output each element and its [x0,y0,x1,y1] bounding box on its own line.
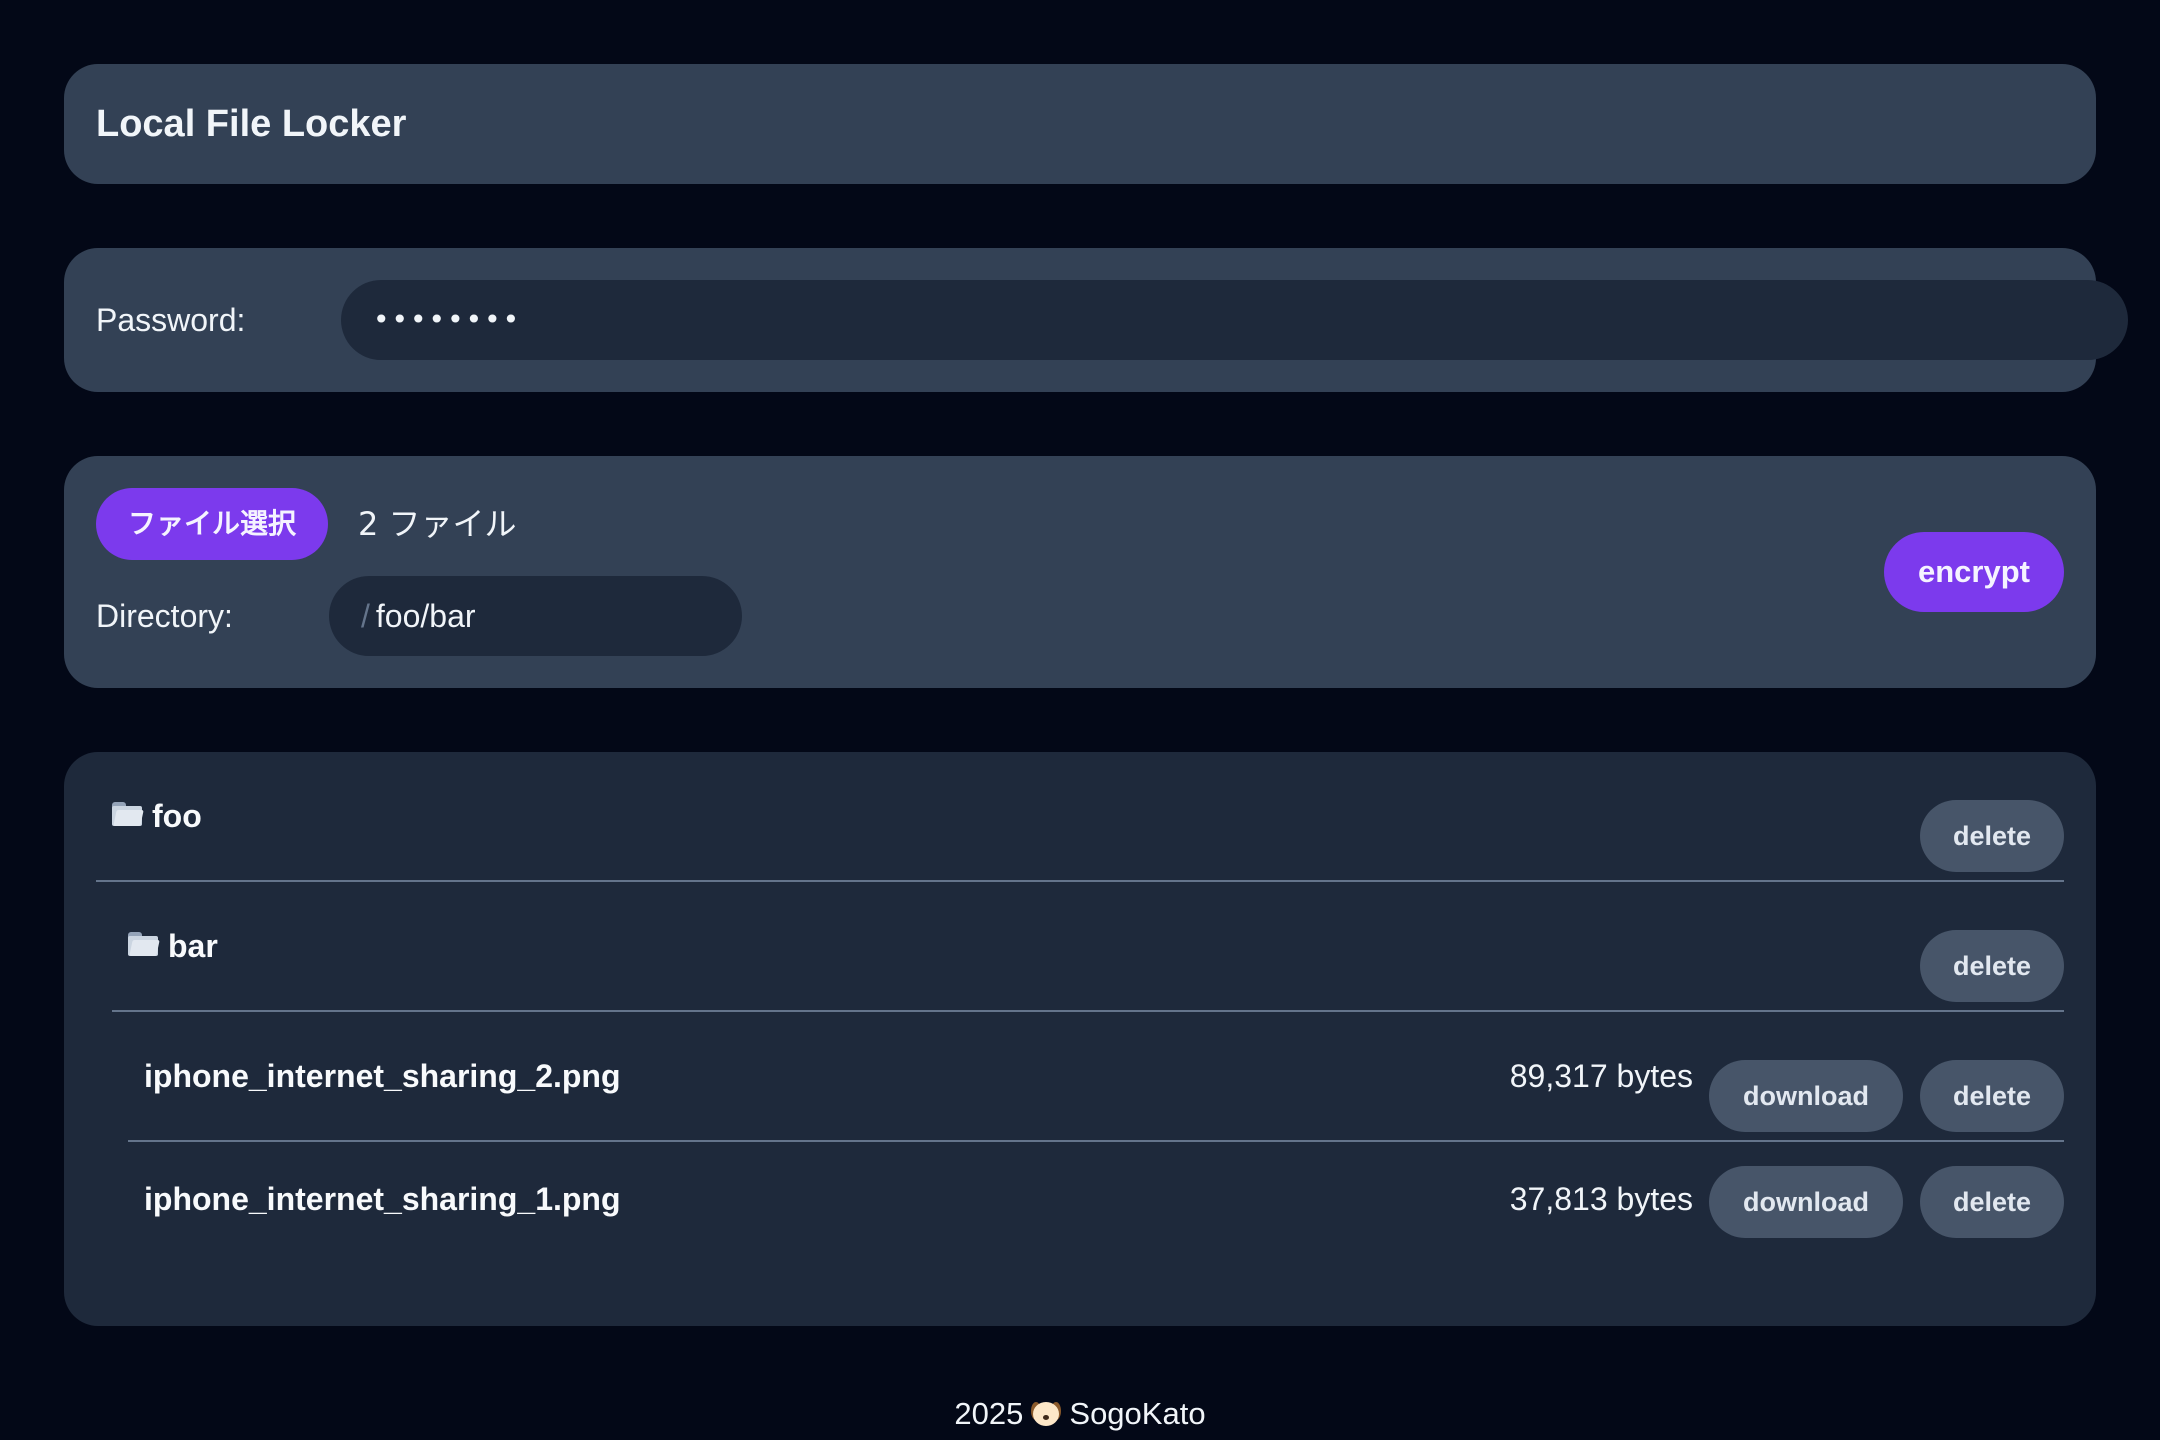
folder-icon [128,932,160,956]
folder-name-container: foo [112,752,202,880]
directory-input[interactable]: / foo/bar [329,576,742,656]
delete-file-button[interactable]: delete [1920,1060,2064,1132]
download-button[interactable]: download [1709,1060,1903,1132]
file-row: iphone_internet_sharing_1.png 37,813 byt… [128,1142,2064,1256]
header-card: Local File Locker [64,64,2096,184]
folder-name: foo [152,797,202,834]
file-row: iphone_internet_sharing_2.png 89,317 byt… [128,1012,2064,1142]
folder-row-bar: bar delete [112,882,2064,1012]
directory-value: foo/bar [375,598,476,634]
choose-files-button[interactable]: ファイル選択 [96,488,328,560]
folder-row-foo: foo delete [96,752,2064,882]
folder-name: bar [168,927,218,964]
directory-label: Directory: [96,598,233,634]
delete-file-button[interactable]: delete [1920,1166,2064,1238]
page: Local File Locker Password: •••••••• ファイ… [0,0,2160,1440]
selected-file-count: 2 ファイル [358,505,517,543]
folder-icon [112,802,144,826]
footer-author: SogoKato [1069,1396,1206,1431]
folder-name-container: bar [128,882,218,1010]
file-name: iphone_internet_sharing_1.png [144,1180,621,1217]
directory-prefix: / [361,598,370,634]
file-size: 37,813 bytes [1509,1180,1693,1217]
file-size: 89,317 bytes [1509,1057,1693,1094]
delete-folder-button[interactable]: delete [1920,930,2064,1002]
password-card: Password: •••••••• [64,248,2128,392]
footer-year: 2025 [954,1396,1024,1431]
footer: 2025 SogoKato [0,1390,2160,1438]
download-button[interactable]: download [1709,1166,1903,1238]
encrypt-button[interactable]: encrypt [1884,532,2064,612]
delete-folder-button[interactable]: delete [1920,800,2064,872]
file-tree-card: foo delete bar delete iphone_internet_sh… [64,752,2096,1326]
page-title: Local File Locker [96,103,407,145]
password-input[interactable]: •••••••• [341,280,2128,360]
password-label: Password: [96,302,246,338]
upload-card: ファイル選択 2 ファイル Directory: / foo/bar encryp… [64,456,2096,688]
dog-icon [1031,1398,1062,1428]
file-name: iphone_internet_sharing_2.png [144,1057,621,1094]
